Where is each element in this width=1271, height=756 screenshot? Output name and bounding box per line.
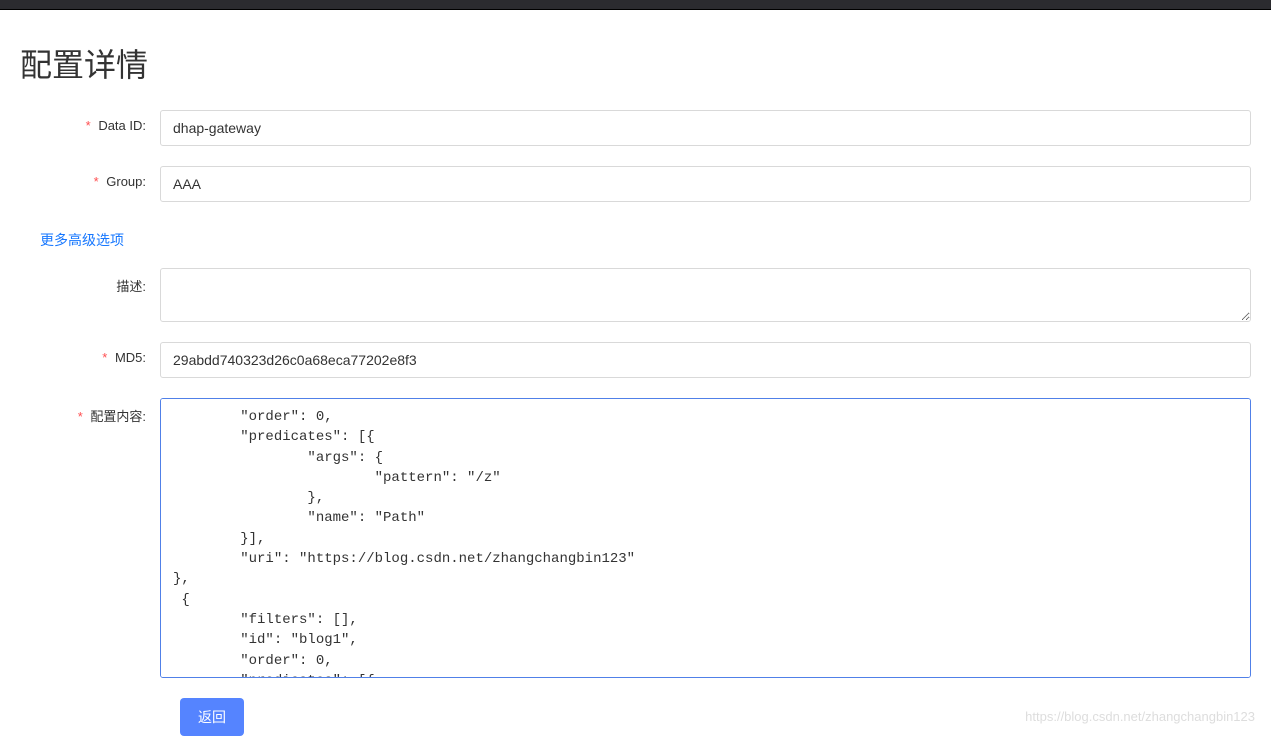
- data-id-input[interactable]: [160, 110, 1251, 146]
- row-md5: * MD5:: [20, 342, 1251, 378]
- label-group-text: Group:: [106, 174, 146, 189]
- description-input[interactable]: [160, 268, 1251, 322]
- main-container: 配置详情 * Data ID: * Group: 更多高级选项 描述: * MD…: [0, 10, 1271, 756]
- page-title: 配置详情: [20, 40, 1251, 86]
- top-bar: [0, 0, 1271, 10]
- group-input[interactable]: [160, 166, 1251, 202]
- label-description: 描述:: [20, 268, 160, 295]
- required-star-icon: *: [86, 118, 91, 133]
- required-star-icon: *: [102, 350, 107, 365]
- label-md5-text: MD5:: [115, 350, 146, 365]
- label-data-id: * Data ID:: [20, 110, 160, 133]
- label-config-content-text: 配置内容:: [90, 409, 146, 424]
- button-row: 返回: [180, 698, 1251, 736]
- label-md5: * MD5:: [20, 342, 160, 365]
- md5-input[interactable]: [160, 342, 1251, 378]
- label-group: * Group:: [20, 166, 160, 189]
- label-data-id-text: Data ID:: [98, 118, 146, 133]
- back-button[interactable]: 返回: [180, 698, 244, 736]
- label-description-text: 描述:: [116, 279, 146, 294]
- row-group: * Group:: [20, 166, 1251, 202]
- row-data-id: * Data ID:: [20, 110, 1251, 146]
- required-star-icon: *: [78, 409, 83, 424]
- config-content-editor[interactable]: "order": 0, "predicates": [{ "args": { "…: [160, 398, 1251, 678]
- row-config-content: * 配置内容: "order": 0, "predicates": [{ "ar…: [20, 398, 1251, 678]
- required-star-icon: *: [94, 174, 99, 189]
- row-description: 描述:: [20, 268, 1251, 322]
- advanced-options-link[interactable]: 更多高级选项: [40, 230, 124, 250]
- label-config-content: * 配置内容:: [20, 398, 160, 425]
